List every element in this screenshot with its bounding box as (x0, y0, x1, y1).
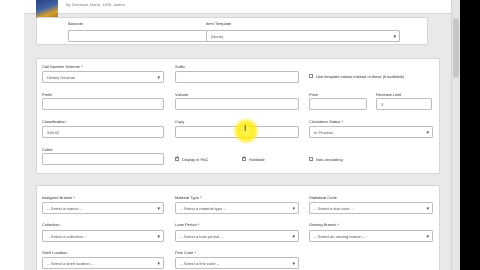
vertical-scrollbar[interactable] (451, 0, 460, 270)
text-cursor-icon: I (244, 124, 247, 133)
barcode-input[interactable] (68, 30, 216, 42)
right-margin (460, 0, 480, 270)
price-input[interactable] (309, 98, 367, 110)
shelf-location-select[interactable]: -- Select a shelf location -- ▾ (42, 257, 164, 269)
loan-period-label: Loan Period * (175, 222, 200, 227)
cutter-label: Cutter (42, 147, 53, 152)
chevron-down-icon: ▾ (157, 75, 160, 81)
prefix-input[interactable] (42, 98, 164, 110)
copy-label: Copy (175, 119, 185, 124)
price-label: Price (309, 92, 319, 97)
chevron-down-icon: ▾ (157, 261, 160, 267)
owning-branch-label: Owning Branch * (309, 222, 340, 227)
call-number-scheme-label: Call Number Scheme * (42, 64, 83, 69)
circulation-status-label: Circulation Status * (309, 119, 344, 124)
chevron-down-icon: ▾ (292, 234, 295, 240)
display-in-pac-label: Display in PAC (182, 157, 209, 162)
material-type-select[interactable]: -- Select a material type -- ▾ (175, 202, 299, 214)
collection-select[interactable]: -- Select a collection -- ▾ (42, 230, 164, 242)
chevron-down-icon: ▾ (157, 206, 160, 212)
non-circulating-label: Non-circulating (316, 157, 343, 162)
author-byline: By Ziomecki, Mario, 1905- author (66, 2, 125, 7)
suffix-label: Suffix (175, 64, 185, 69)
item-editor-page: By Ziomecki, Mario, 1905- author Barcode… (24, 0, 460, 270)
call-number-scheme-value: Dewey Decimal (47, 75, 75, 80)
left-margin (0, 0, 24, 270)
material-type-value: -- Select a material type -- (180, 206, 227, 211)
non-circulating-checkbox[interactable] (309, 157, 313, 161)
chevron-down-icon: ▾ (426, 130, 429, 136)
material-type-label: Material Type * (175, 195, 202, 200)
item-template-label: Item Template (206, 21, 232, 26)
renewal-limit-label: Renewal Limit (376, 92, 402, 97)
renewal-limit-input[interactable]: 3 (376, 98, 432, 110)
classification-input[interactable]: 938.92 (42, 126, 164, 138)
barcode-label: Barcode (68, 21, 83, 26)
display-in-pac-checkbox[interactable] (175, 155, 179, 161)
fine-code-label: Fine Code * (175, 250, 197, 255)
suffix-input[interactable] (175, 71, 299, 83)
assigned-branch-value: -- Select a branch -- (47, 206, 83, 211)
use-template-checkbox[interactable] (309, 74, 313, 78)
holdable-label: Holdable (249, 157, 265, 162)
chevron-down-icon: ▾ (426, 206, 429, 212)
chevron-down-icon: ▾ (292, 261, 295, 267)
chevron-down-icon: ▾ (292, 206, 295, 212)
holdable-checkbox[interactable] (242, 155, 246, 161)
cutter-input[interactable] (42, 153, 164, 165)
assigned-branch-select[interactable]: -- Select a branch -- ▾ (42, 202, 164, 214)
fine-code-value: -- Select a fine code -- (180, 261, 220, 266)
scrollbar-thumb[interactable] (453, 18, 459, 78)
volume-input[interactable] (175, 98, 299, 110)
volume-label: Volume (175, 92, 189, 97)
fine-code-select[interactable]: -- Select a fine code -- ▾ (175, 257, 299, 269)
loan-period-select[interactable]: -- Select a loan period -- ▾ (175, 230, 299, 242)
loan-period-value: -- Select a loan period -- (180, 234, 223, 239)
call-number-scheme-select[interactable]: Dewey Decimal ▾ (42, 71, 164, 83)
chevron-down-icon: ▾ (426, 234, 429, 240)
collection-label: Collection (42, 222, 60, 227)
chevron-down-icon: ▾ (393, 34, 396, 40)
classification-label: Classification (42, 119, 66, 124)
owning-branch-select[interactable]: -- Select an owning branch -- ▾ (309, 230, 433, 242)
item-template-value: (None) (211, 34, 224, 39)
use-template-label: Use template values instead of these (if… (316, 74, 405, 79)
assigned-branch-label: Assigned Branch * (42, 195, 75, 200)
shelf-location-label: Shelf Location (42, 250, 68, 255)
circulation-status-select[interactable]: In Process ▾ (309, 126, 433, 138)
collection-value: -- Select a collection -- (47, 234, 87, 239)
shelf-location-value: -- Select a shelf location -- (47, 261, 94, 266)
circulation-status-value: In Process (314, 130, 333, 135)
chevron-down-icon: ▾ (157, 234, 160, 240)
item-template-select[interactable]: (None) ▾ (206, 30, 400, 42)
statistical-code-select[interactable]: -- Select a stat code -- ▾ (309, 202, 433, 214)
owning-branch-value: -- Select an owning branch -- (314, 234, 366, 239)
statistical-code-label: Statistical Code (309, 195, 337, 200)
prefix-label: Prefix (42, 92, 53, 97)
statistical-code-value: -- Select a stat code -- (314, 206, 354, 211)
